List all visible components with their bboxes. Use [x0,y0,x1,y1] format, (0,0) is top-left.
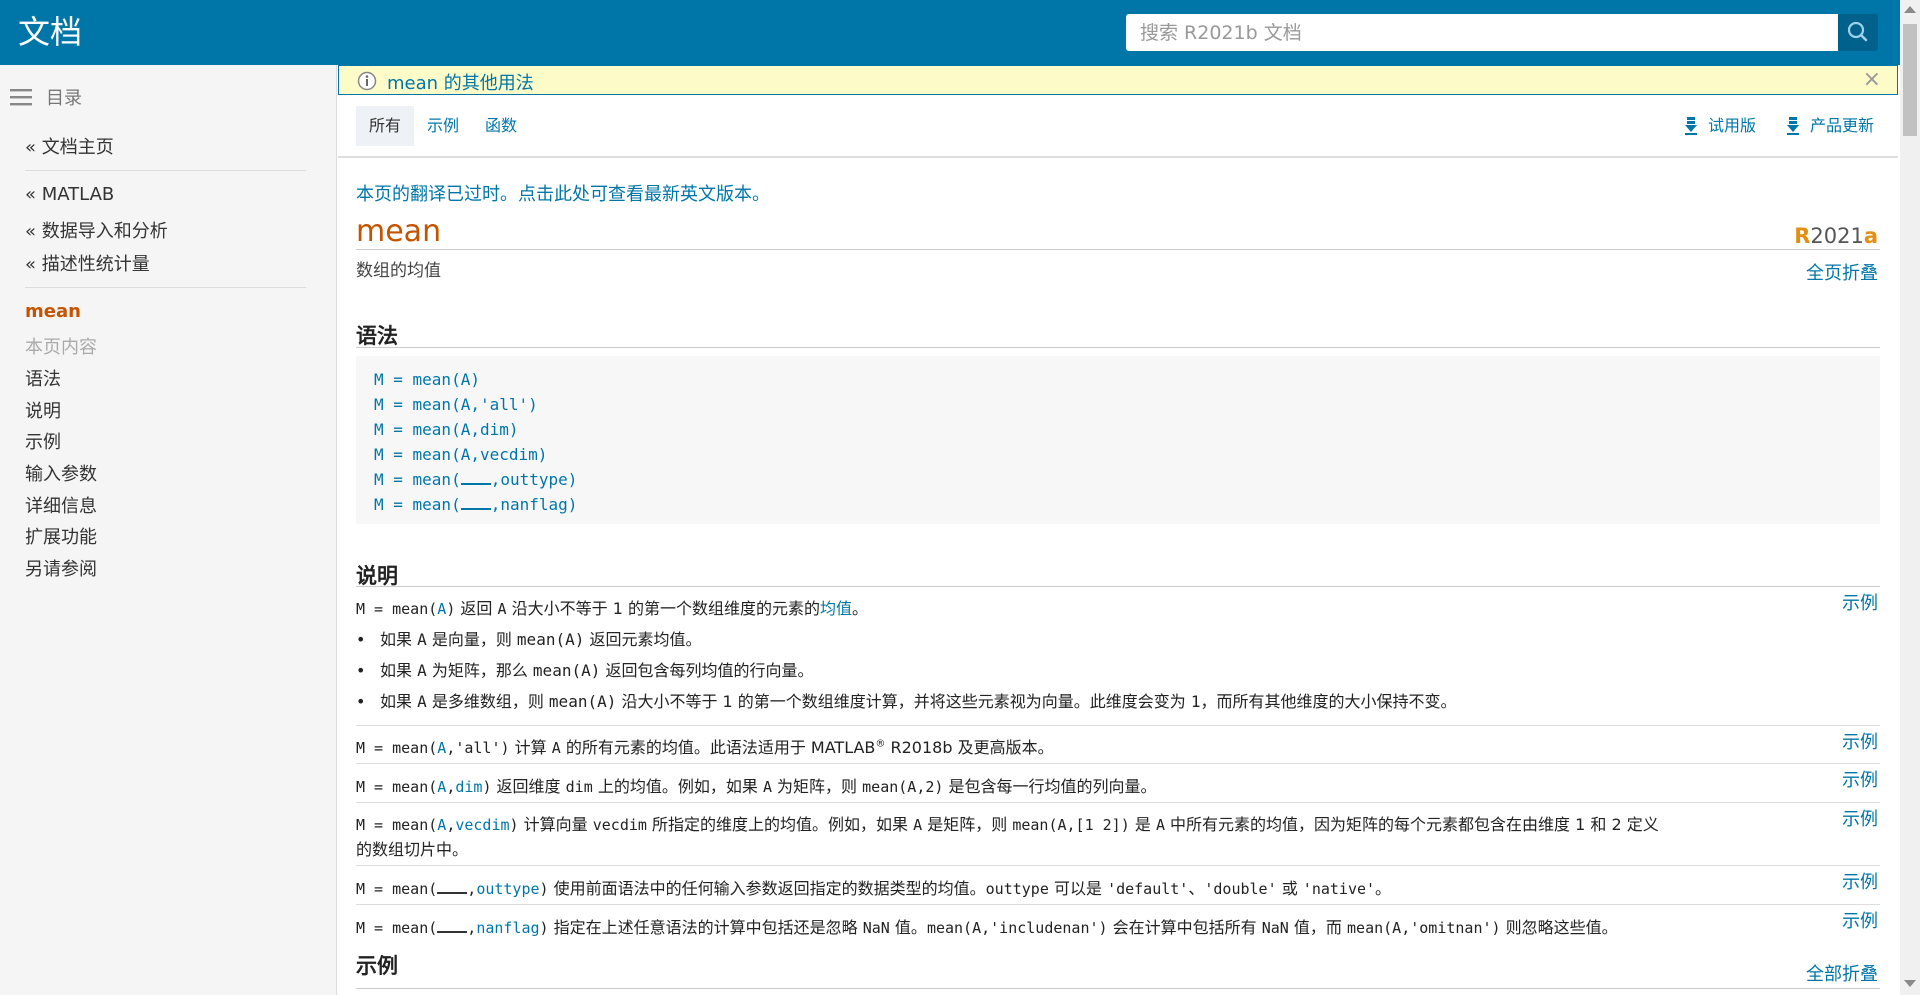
description-item: M = mean(,outtype) 使用前面语法中的任何输入参数返回指定的数据… [356,879,1392,898]
sidebar-link-descriptive-stats[interactable]: « 描述性统计量 [25,250,150,276]
trial-label: 试用版 [1708,116,1757,135]
sidebar-on-page-label: 本页内容 [25,337,97,358]
sidebar-link-matlab[interactable]: « MATLAB [25,184,114,205]
description-item: M = mean(,nanflag) 指定在上述任意语法的计算中包括还是忽略 N… [356,918,1618,937]
release-r: R [1794,224,1811,248]
brand-title[interactable]: 文档 [18,12,82,52]
notice-link[interactable]: mean 的其他用法 [387,69,534,95]
release-a: a [1863,224,1878,248]
page-scrollbar[interactable] [1900,0,1920,995]
sidebar-divider [25,170,306,171]
description-item: M = mean(A,'all') 计算 A 的所有元素的均值。此语法适用于 M… [356,738,1054,757]
syntax-line[interactable]: M = mean(A,'all') [374,395,538,414]
description-divider [356,802,1880,803]
alt-usage-notice: mean 的其他用法 × [338,65,1898,95]
release-year: 2021 [1810,224,1864,248]
info-icon [357,71,377,91]
scroll-thumb[interactable] [1903,24,1917,136]
tab-all[interactable]: 所有 [356,106,415,146]
description-bullet: • 如果 A 是向量，则 mean(A) 返回元素均值。 [356,630,702,649]
search-button[interactable] [1838,14,1878,51]
collapse-page-link[interactable]: 全页折叠 [1806,259,1878,285]
description-divider [356,725,1880,726]
description-bullet: • 如果 A 为矩阵，那么 mean(A) 返回包含每列均值的行向量。 [356,661,814,680]
sidebar-item-input-args[interactable]: 输入参数 [25,460,97,486]
scroll-up-arrow[interactable] [1904,6,1916,13]
syntax-line[interactable]: M = mean(A) [374,370,480,389]
page-title: mean [356,214,442,249]
description-divider [356,865,1880,866]
sidebar-item-extended[interactable]: 扩展功能 [25,523,97,549]
sidebar-divider [25,287,306,288]
section-divider [356,586,1880,587]
example-link[interactable]: 示例 [1842,805,1878,831]
example-link[interactable]: 示例 [1842,589,1878,615]
description-divider [356,904,1880,905]
description-item: M = mean(A) 返回 A 沿大小不等于 1 的第一个数组维度的元素的均值… [356,599,869,618]
product-updates-label: 产品更新 [1810,116,1875,135]
sidebar-item-see-also[interactable]: 另请参阅 [25,555,97,581]
search-box [1126,14,1844,51]
section-heading-syntax: 语法 [356,324,398,348]
description-divider [356,763,1880,764]
sidebar-item-syntax[interactable]: 语法 [25,365,61,391]
placeholder-blank [460,471,491,485]
example-link[interactable]: 示例 [1842,766,1878,792]
title-divider [356,249,1880,250]
outdated-translation-link[interactable]: 本页的翻译已过时。点击此处可查看最新英文版本。 [356,180,770,206]
section-divider [356,988,1880,989]
download-icon [1685,117,1697,135]
search-input[interactable] [1126,14,1844,51]
description-item-continued: 的数组切片中。 [356,840,469,859]
syntax-line[interactable]: M = mean(,outtype) [374,470,577,489]
example-link[interactable]: 示例 [1842,728,1878,754]
placeholder-blank [460,496,491,510]
syntax-block: M = mean(A) M = mean(A,'all') M = mean(A… [356,356,1880,524]
placeholder-blank [437,880,468,894]
scroll-down-arrow[interactable] [1904,980,1916,987]
section-heading-examples: 示例 [356,954,398,978]
download-icon [1787,117,1799,135]
product-updates-link[interactable]: 产品更新 [1786,106,1874,146]
syntax-line[interactable]: M = mean(,nanflag) [374,495,577,514]
close-icon[interactable]: × [1863,69,1881,91]
sidebar-current-page: mean [25,301,81,322]
sidebar-item-details[interactable]: 详细信息 [25,492,97,518]
sidebar-link-doc-home[interactable]: « 文档主页 [25,133,114,159]
sidebar-item-examples[interactable]: 示例 [25,428,61,454]
sidebar: 目录 « 文档主页 « MATLAB « 数据导入和分析 « 描述性统计量 me… [0,65,337,995]
description-item: M = mean(A,dim) 返回维度 dim 上的均值。例如，如果 A 为矩… [356,777,1157,796]
top-header: 文档 [0,0,1900,65]
example-link[interactable]: 示例 [1842,907,1878,933]
release-badge: R2021a [1794,224,1878,248]
sidebar-item-description[interactable]: 说明 [25,397,61,423]
collapse-all-link[interactable]: 全部折叠 [1806,960,1878,986]
placeholder-blank [437,919,468,933]
mean-definition-link[interactable]: 均值 [820,599,852,618]
syntax-line[interactable]: M = mean(A,dim) [374,420,519,439]
trial-link[interactable]: 试用版 [1684,106,1756,146]
section-divider [356,347,1880,348]
description-item: M = mean(A,vecdim) 计算向量 vecdim 所指定的维度上的均… [356,815,1659,834]
tab-bar: 所有 示例 函数 试用版 产品更新 [338,96,1898,158]
tab-examples[interactable]: 示例 [414,106,472,146]
description-bullet: • 如果 A 是多维数组，则 mean(A) 沿大小不等于 1 的第一个数组维度计… [356,692,1457,711]
sidebar-link-data-import[interactable]: « 数据导入和分析 [25,217,168,243]
toc-toggle[interactable]: 目录 [10,83,82,111]
tab-functions[interactable]: 函数 [472,106,530,146]
syntax-line[interactable]: M = mean(A,vecdim) [374,445,547,464]
toc-label: 目录 [46,88,82,109]
example-link[interactable]: 示例 [1842,868,1878,894]
hamburger-icon [10,89,32,106]
page-summary: 数组的均值 [356,261,441,281]
search-icon [1847,21,1868,42]
